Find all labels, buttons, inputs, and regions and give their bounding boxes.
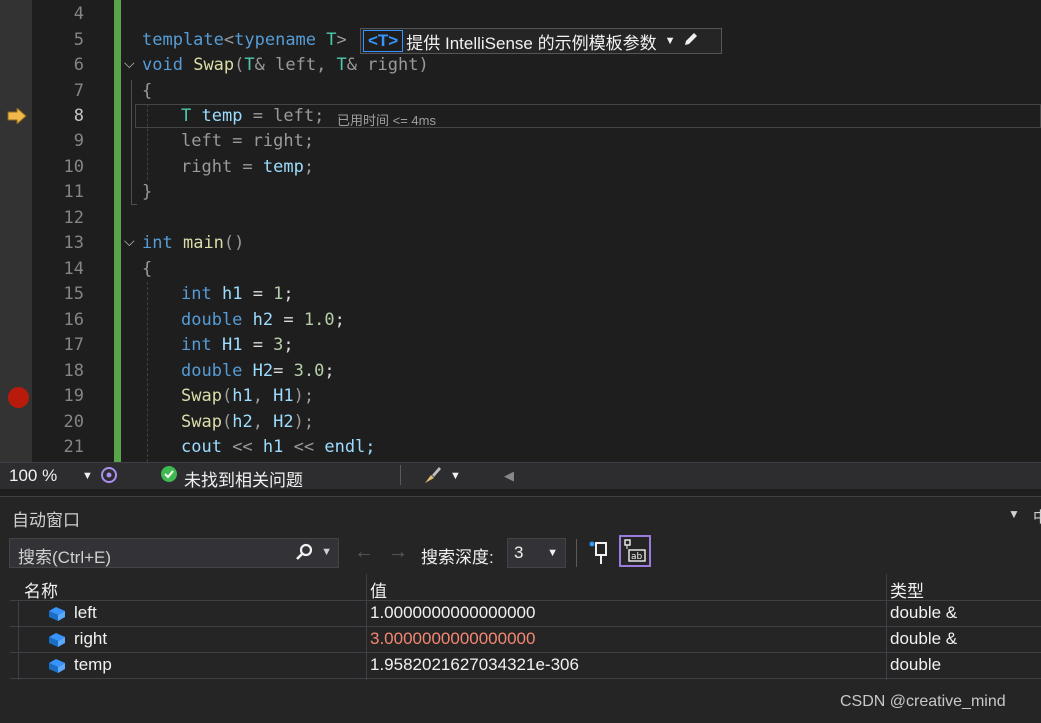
variable-object-icon xyxy=(49,607,65,621)
table-row[interactable]: left 1.0000000000000000 double & xyxy=(10,600,1041,627)
line-number: 16 xyxy=(63,310,84,330)
template-param-tag: <T> xyxy=(363,30,404,52)
variable-name: right xyxy=(74,629,108,648)
code-line: int H1 = 3; xyxy=(181,335,294,355)
code-line: { xyxy=(142,259,153,279)
search-depth-select[interactable]: 3 ▼ xyxy=(507,538,566,568)
breakpoint-icon[interactable] xyxy=(8,387,29,408)
pencil-icon[interactable] xyxy=(683,31,699,52)
line-number: 17 xyxy=(63,335,84,355)
column-header-value[interactable]: 值 xyxy=(370,577,387,602)
chevron-down-icon[interactable]: ▼ xyxy=(665,35,676,47)
code-line: void Swap(T& left, T& right) xyxy=(142,55,429,75)
code-line: int h1 = 1; xyxy=(181,284,294,304)
code-line: } xyxy=(142,182,153,202)
variable-name: temp xyxy=(74,655,112,674)
line-number: 21 xyxy=(63,437,84,457)
autos-window-title: 自动窗口 xyxy=(12,511,80,530)
toolbar-divider xyxy=(576,539,577,567)
code-line: int main() xyxy=(142,233,245,253)
column-header-type[interactable]: 类型 xyxy=(890,577,924,602)
search-forward-arrow-icon[interactable]: → xyxy=(388,541,408,564)
variable-type: double & xyxy=(890,603,958,622)
code-line: { xyxy=(142,81,153,101)
editor-status-bar: 100 % ▼ 未找到相关问题 ▼ ◀ xyxy=(0,462,1041,491)
search-options-chevron-icon[interactable]: ▼ xyxy=(321,546,332,558)
code-line: Swap(h2, H2); xyxy=(181,412,315,432)
search-icon[interactable] xyxy=(294,542,314,567)
scope-guide xyxy=(131,80,132,205)
current-statement-arrow-icon xyxy=(7,108,27,124)
svg-text:ab: ab xyxy=(631,552,643,562)
search-depth-value: 3 xyxy=(514,543,524,562)
ai-assistant-icon[interactable] xyxy=(98,464,120,491)
variable-name: left xyxy=(74,603,97,622)
watermark: CSDN @creative_mind xyxy=(840,693,1006,710)
variable-value[interactable]: 1.9582021627034321e-306 xyxy=(370,655,579,675)
check-circle-icon xyxy=(160,465,178,488)
line-number: 6 xyxy=(73,55,84,75)
column-header-name[interactable]: 名称 xyxy=(24,577,58,602)
elapsed-time-label: 已用时间 <= 4ms xyxy=(337,113,436,128)
line-number: 18 xyxy=(63,361,84,381)
cleanup-dropdown-chevron-icon[interactable]: ▼ xyxy=(450,470,461,482)
template-intellisense-bar[interactable]: <T> 提供 IntelliSense 的示例模板参数 ▼ xyxy=(360,28,722,54)
variable-object-icon xyxy=(49,633,65,647)
code-line: Swap(h1, H1); xyxy=(181,386,315,406)
variable-value-changed[interactable]: 3.0000000000000000 xyxy=(370,629,535,649)
variable-type: double xyxy=(890,655,942,674)
fold-chevron-icon[interactable]: ⌵ xyxy=(124,56,135,72)
code-line: template<typename T> xyxy=(142,30,347,50)
variable-type: double & xyxy=(890,629,958,648)
fold-chevron-icon[interactable]: ⌵ xyxy=(124,234,135,250)
template-intellisense-label: 提供 IntelliSense 的示例模板参数 xyxy=(406,33,657,53)
line-number: 14 xyxy=(63,259,84,279)
search-depth-label: 搜索深度: xyxy=(421,548,494,567)
line-number: 10 xyxy=(63,157,84,177)
line-number: 4 xyxy=(73,4,84,24)
line-number: 7 xyxy=(73,81,84,101)
scroll-left-icon[interactable]: ◀ xyxy=(504,468,514,484)
code-editor[interactable]: 4 5 6 7 8 9 10 11 12 13 14 15 16 17 18 1… xyxy=(0,0,1041,462)
line-number: 15 xyxy=(63,284,84,304)
code-line: double H2= 3.0; xyxy=(181,361,335,381)
line-number: 12 xyxy=(63,208,84,228)
code-line: double h2 = 1.0; xyxy=(181,310,345,330)
code-line: right = temp; xyxy=(181,157,315,177)
line-number: 9 xyxy=(73,131,84,151)
depth-chevron-icon: ▼ xyxy=(547,547,558,559)
line-number: 20 xyxy=(63,412,84,432)
variable-value[interactable]: 1.0000000000000000 xyxy=(370,603,535,623)
zoom-level[interactable]: 100 % xyxy=(9,466,57,486)
code-line: cout << h1 << endl; xyxy=(181,437,376,457)
line-number: 11 xyxy=(63,182,84,202)
code-line: T temp = left; xyxy=(181,106,325,126)
window-menu-chevron-icon[interactable]: ▼ xyxy=(1008,507,1020,521)
pin-window-icon[interactable]: 中 xyxy=(1033,506,1041,524)
search-back-arrow-icon[interactable]: ← xyxy=(354,541,374,564)
line-number: 5 xyxy=(73,30,84,50)
change-tracking-bar xyxy=(114,0,121,462)
autos-window: 自动窗口 ▼ 中 搜索(Ctrl+E) ▼ ← → 搜索深度: 3 ▼ ab 名… xyxy=(0,496,1041,723)
line-number-current: 8 xyxy=(73,106,84,126)
variable-object-icon xyxy=(49,659,65,673)
table-row[interactable]: right 3.0000000000000000 double & xyxy=(10,626,1041,653)
code-cleanup-brush-icon[interactable] xyxy=(422,464,444,491)
indent-guide xyxy=(147,104,148,180)
issues-status-text[interactable]: 未找到相关问题 xyxy=(184,466,303,491)
code-line: left = right; xyxy=(181,131,315,151)
indent-guide xyxy=(147,282,148,462)
scope-guide-end xyxy=(131,204,137,205)
table-row[interactable]: temp 1.9582021627034321e-306 double xyxy=(10,652,1041,679)
hex-display-toggle-icon[interactable]: ab xyxy=(619,535,651,567)
search-placeholder: 搜索(Ctrl+E) xyxy=(18,548,112,567)
line-number: 13 xyxy=(63,233,84,253)
zoom-dropdown-chevron-icon[interactable]: ▼ xyxy=(82,470,93,482)
line-number: 19 xyxy=(63,386,84,406)
pin-to-source-icon[interactable] xyxy=(588,540,612,571)
status-divider xyxy=(400,465,401,485)
autos-search-input[interactable]: 搜索(Ctrl+E) ▼ xyxy=(9,538,339,568)
